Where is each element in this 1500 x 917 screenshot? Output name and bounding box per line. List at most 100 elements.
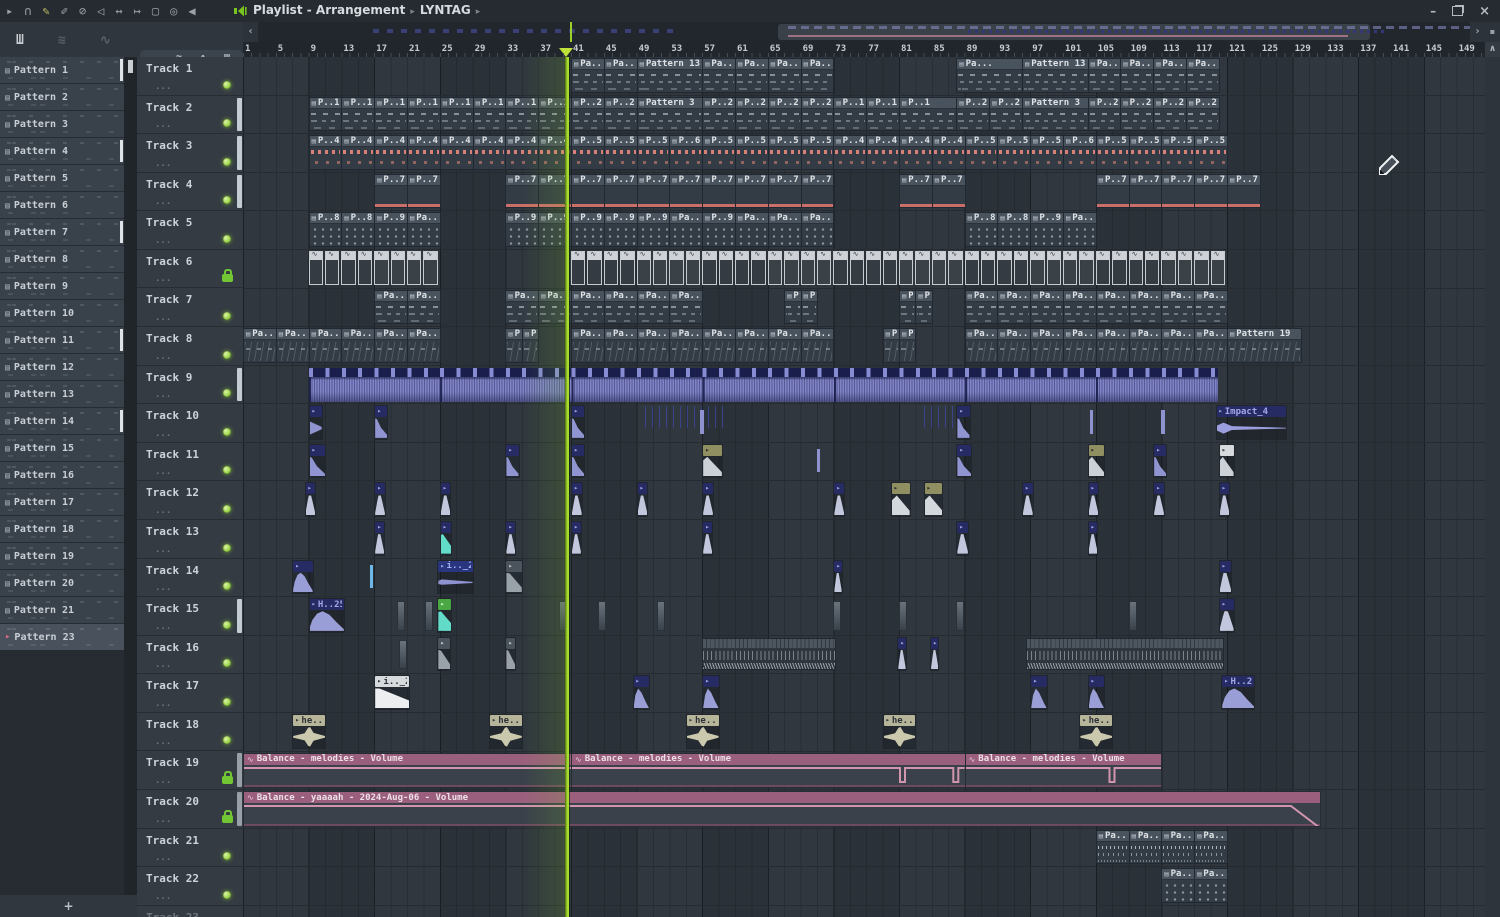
- clip-audio[interactable]: ▸: [1030, 675, 1048, 711]
- clip-pattern[interactable]: ▤ P..2: [1120, 96, 1155, 132]
- track-options[interactable]: ...: [155, 815, 171, 825]
- clip-audio[interactable]: ▸: [437, 598, 453, 633]
- clip-pattern[interactable]: ▤Pa..: [603, 289, 638, 325]
- track-enable-led[interactable]: [223, 312, 231, 321]
- scroll-up-button[interactable]: ∧: [1485, 42, 1500, 57]
- track-lane[interactable]: ▤ Pa.. ▤ Pa.. ▤ Pattern 13 ▤ Pa.. ▤ Pa.. ▤ Pa.. ▤ Pa.…: [243, 57, 1485, 96]
- pattern-list-item[interactable]: ▤ Pattern 14: [0, 408, 124, 434]
- track-lane[interactable]: ∿ ∿ ∿ ∿ ∿ ∿ ∿ ∿ ∿ ∿ ∿ ∿ ∿ ∿ ∿ ∿ ∿ ∿ ∿ ∿ ∿ ∿ ∿ ∿ ∿ ∿ ∿ ∿ ∿ ∿ ∿ ∿ ∿ ∿ ∿ ∿ ∿ ∿ ∿ ∿…: [243, 250, 1485, 289]
- clip-audio[interactable]: ▸: [923, 482, 944, 518]
- clip-pattern[interactable]: ▤ P..5: [1095, 135, 1130, 170]
- clip-audio[interactable]: ▸: [571, 443, 586, 479]
- clip-slice[interactable]: ∿: [653, 250, 668, 285]
- clip-slice[interactable]: ∿: [702, 250, 717, 285]
- track-header[interactable]: Track 13...: [137, 520, 243, 559]
- clip-pattern[interactable]: ▤ P..5: [735, 135, 769, 170]
- clip-audio[interactable]: ▸: [897, 636, 907, 672]
- close-button[interactable]: ×: [1479, 4, 1490, 19]
- clip-pattern[interactable]: ▤Pa..: [636, 289, 671, 325]
- clip-stutter[interactable]: [702, 637, 837, 671]
- clip-pattern[interactable]: ▤P..7: [1227, 173, 1261, 209]
- clip-pattern[interactable]: ▤Pa..: [1186, 58, 1220, 93]
- clip-pattern[interactable]: ▤P..1: [439, 96, 474, 132]
- track-lane[interactable]: ▤Pa..▤Pa..▤Pa..▤Pa..▤Pa..▤Pa..▤Pa..▤Pa..…: [243, 289, 1485, 328]
- clip-automation[interactable]: ∿ Balance - yaaaah - 2024-Aug-06 - Volume: [243, 791, 1321, 827]
- track-lane[interactable]: ▤P..8▤P..8▤P..9▤Pa..▤P..9▤P..9▤P..9▤P..9…: [243, 211, 1485, 250]
- clip-pattern[interactable]: ▤Pa..: [603, 58, 638, 93]
- clip-audio[interactable]: ▸: [374, 482, 386, 518]
- clip-pattern[interactable]: ▤Pa..: [1194, 289, 1228, 325]
- pattern-clips-icon[interactable]: Ш: [16, 33, 24, 48]
- clip-pattern[interactable]: ▤ P..2: [800, 96, 835, 132]
- clip-pattern[interactable]: ▤P..9: [374, 212, 408, 247]
- track-lane[interactable]: ▸he..9▸he..9▸he..9▸he..9▸he..9: [243, 713, 1485, 752]
- clip-slice[interactable]: ∿: [620, 250, 635, 285]
- clip-audio[interactable]: ▸: [1153, 443, 1168, 479]
- clip-audio[interactable]: ▸: [308, 405, 323, 440]
- track-lane[interactable]: ▸ ▸ ▸ ▸ ▸ ▸ ▸ ▸ ▸ ▸ ▸ ▸ ▸: [243, 481, 1485, 521]
- clip-audio[interactable]: ▸: [632, 675, 650, 711]
- clip-pattern[interactable]: ▤Pa..: [735, 328, 769, 363]
- clip-slice[interactable]: ∿: [735, 250, 750, 285]
- clip-slice[interactable]: ∿: [1145, 250, 1160, 285]
- pattern-list-item[interactable]: ▤ Pattern 9: [0, 273, 124, 299]
- clip-pattern[interactable]: ▤Pa..: [1161, 328, 1196, 363]
- clip-pattern[interactable]: ▤ Pattern 19: [1227, 328, 1302, 363]
- clip-slice[interactable]: ∿: [899, 250, 914, 285]
- clip-pattern[interactable]: ▤Pa..: [735, 212, 769, 247]
- clip-audio[interactable]: ▸: [956, 443, 973, 479]
- clip-pattern[interactable]: ▤ Pattern 13: [1022, 58, 1089, 93]
- track-options[interactable]: ...: [155, 622, 171, 632]
- clip-audio[interactable]: ▸: [833, 559, 843, 595]
- pattern-list-item[interactable]: ▤ Pattern 18: [0, 516, 124, 542]
- clip-pattern[interactable]: ▤P..4: [374, 135, 408, 170]
- track-options[interactable]: ...: [155, 506, 171, 516]
- clip-pattern[interactable]: ▤Pa..: [702, 58, 736, 93]
- clip-pattern[interactable]: ▤Pa..: [1194, 868, 1228, 903]
- clip-audio[interactable]: ▸: [505, 559, 523, 595]
- clip-audio[interactable]: ▸: [571, 405, 586, 440]
- track-options[interactable]: ...: [155, 737, 171, 747]
- clip-pattern[interactable]: ▤ P..2: [702, 96, 736, 132]
- clip-slice[interactable]: ∿: [915, 250, 930, 285]
- track-enable-led[interactable]: [223, 389, 231, 398]
- clip-pattern[interactable]: ▤ P..2: [735, 96, 769, 132]
- clip-automation[interactable]: ∿ Balance - melodies - Volume: [964, 752, 1163, 789]
- clip-pattern[interactable]: ▤P..4: [341, 135, 376, 170]
- menu-arrow-icon[interactable]: ▸: [6, 0, 13, 22]
- clip-audio[interactable]: ▸: [308, 443, 326, 479]
- clip-audio[interactable]: ▸: [956, 521, 969, 556]
- clip-audio[interactable]: ▸: [1087, 482, 1100, 518]
- clip-pattern[interactable]: ▤Pa..: [243, 328, 277, 363]
- track-header[interactable]: Track 18...: [137, 713, 243, 752]
- clip-slice[interactable]: ∿: [1112, 250, 1127, 285]
- pattern-list-item[interactable]: ▤ Pattern 10: [0, 300, 124, 326]
- clip-audio[interactable]: ▸: [571, 521, 582, 556]
- clip-pattern[interactable]: ▤Pa..: [800, 289, 818, 325]
- clip-pattern[interactable]: ▤Pa..: [964, 328, 999, 363]
- track-enable-led[interactable]: [223, 504, 231, 513]
- track-header[interactable]: Track 19...: [137, 751, 243, 790]
- clip-pattern[interactable]: ▤ P..5: [1128, 135, 1163, 170]
- paint-tool-icon[interactable]: ✐: [61, 0, 68, 22]
- track-enable-led[interactable]: [223, 234, 231, 243]
- clip-pattern[interactable]: ▤Pa..: [1128, 328, 1163, 363]
- track-enable-led[interactable]: [223, 852, 231, 861]
- clip-audio[interactable]: ▸: [571, 482, 583, 518]
- clip-pattern[interactable]: ▤ P..5: [1161, 135, 1196, 170]
- track-enable-led[interactable]: [223, 119, 231, 128]
- clip-slice[interactable]: ∿: [1013, 250, 1029, 285]
- clip-pattern[interactable]: ▤Pa..: [407, 328, 441, 363]
- pattern-list-item[interactable]: ▸ Pattern 23: [0, 624, 124, 650]
- pattern-list-item[interactable]: ▤ Pattern 7: [0, 219, 124, 245]
- clip-pattern[interactable]: ▤ Pattern 3: [636, 96, 704, 132]
- clip-slice[interactable]: ∿: [685, 250, 701, 285]
- clip-pattern[interactable]: ▤P..1: [866, 96, 900, 132]
- clip-pattern[interactable]: ▤ Pa...: [956, 58, 1023, 93]
- pattern-list-item[interactable]: ▤ Pattern 5: [0, 165, 124, 191]
- clip-audio[interactable]: ▸: [702, 675, 720, 711]
- track-lock-icon[interactable]: [222, 770, 233, 784]
- clip-pattern[interactable]: ▤ P..2: [989, 96, 1023, 132]
- clip-pattern[interactable]: ▤P..7: [767, 173, 802, 209]
- track-options[interactable]: ...: [155, 82, 171, 92]
